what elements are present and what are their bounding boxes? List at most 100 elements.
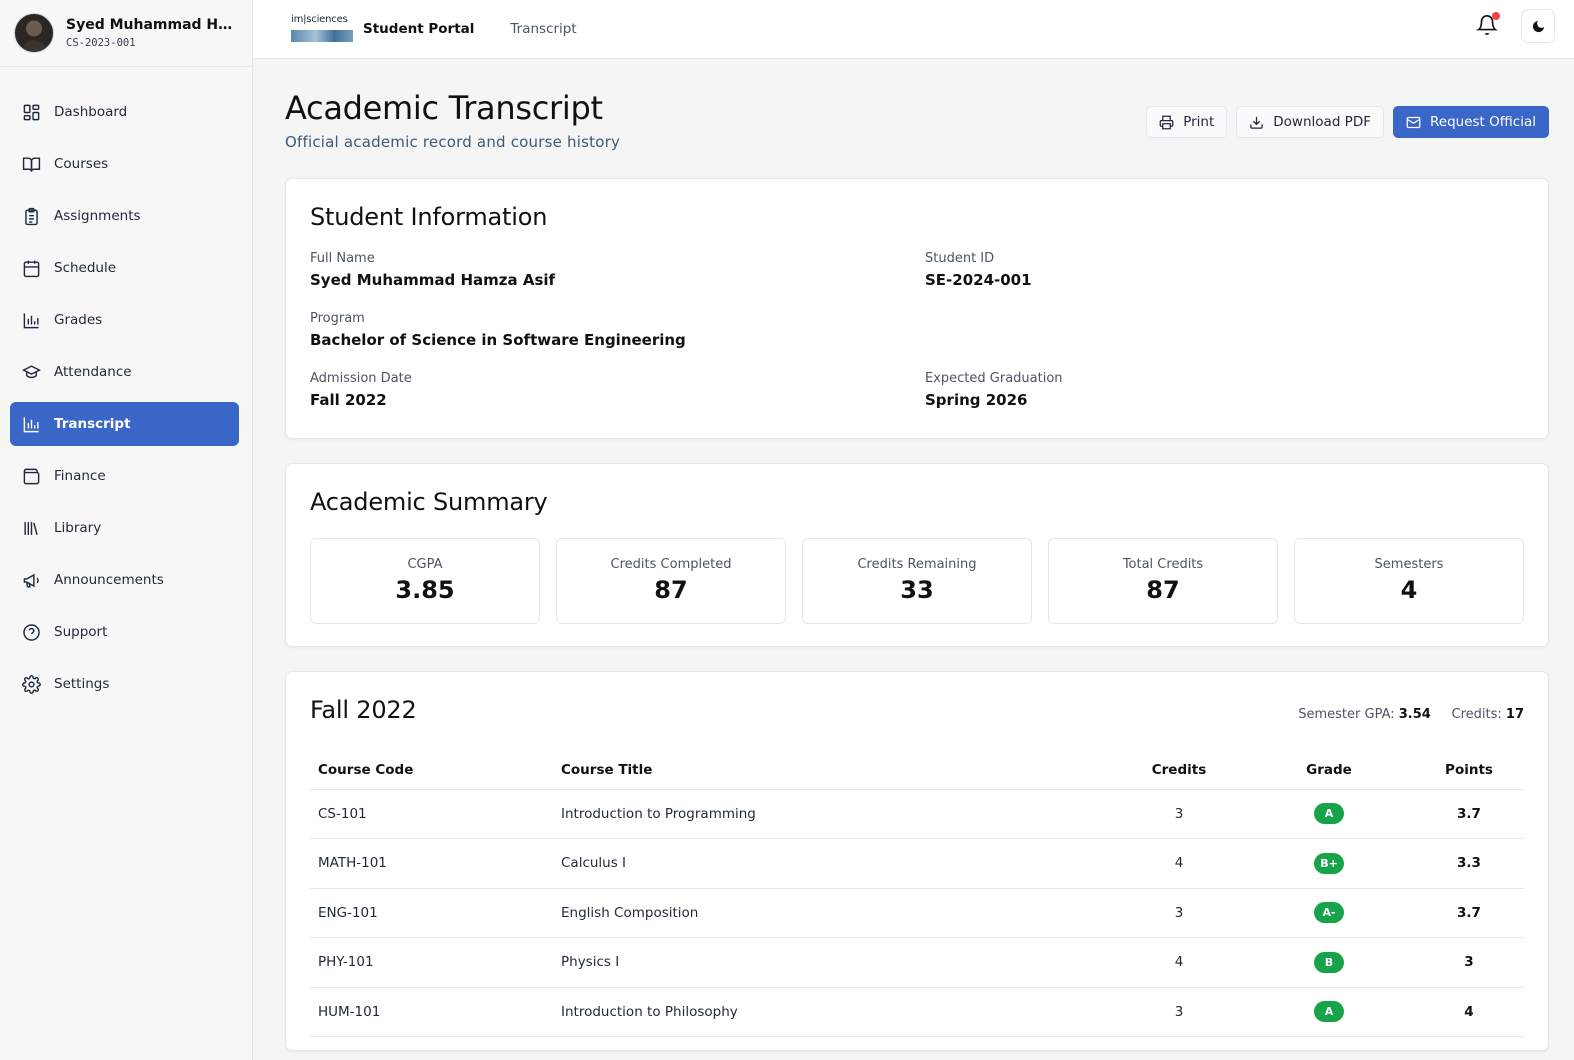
table-header-row: Course Code Course Title Credits Grade P… (310, 752, 1524, 790)
course-title: Calculus I (561, 838, 1114, 889)
semester-credits-label: Credits: (1451, 707, 1502, 722)
mail-icon (1406, 116, 1421, 128)
student-id-field: Student ID SE-2024-001 (925, 251, 1032, 289)
semester-gpa: 3.54 (1398, 707, 1431, 722)
sidebar-item-label: Attendance (54, 364, 132, 380)
book-icon (22, 156, 41, 172)
sidebar-item-label: Finance (54, 468, 106, 484)
courses-table: Course Code Course Title Credits Grade P… (310, 752, 1524, 1037)
help-circle-icon (23, 623, 40, 641)
sidebar-item-courses[interactable]: Courses (10, 142, 239, 186)
course-credits: 4 (1114, 937, 1244, 988)
field-label: Student ID (925, 251, 995, 266)
field-label: Admission Date (310, 371, 412, 386)
sidebar-item-transcript[interactable]: Transcript (10, 402, 239, 446)
grade-cell: B (1244, 937, 1414, 988)
request-official-button[interactable]: Request Official (1392, 106, 1549, 138)
column-header: Course Code (310, 752, 561, 790)
academic-summary-card: Academic Summary CGPA 3.85 Credits Compl… (285, 463, 1549, 647)
sidebar-item-announcements[interactable]: Announcements (10, 558, 239, 602)
column-header: Grade (1244, 752, 1414, 790)
sidebar-item-label: Transcript (54, 416, 131, 432)
breadcrumb[interactable]: Transcript (510, 21, 576, 37)
sidebar-item-attendance[interactable]: Attendance (10, 350, 239, 394)
page-actions: Print Download PDF Request Official (1146, 106, 1549, 138)
notifications-button[interactable] (1476, 12, 1500, 38)
field-value: Bachelor of Science in Software Engineer… (310, 331, 686, 349)
table-row: ENG-101 English Composition 3 A- 3.7 (310, 888, 1524, 938)
sidebar-item-label: Settings (54, 676, 110, 692)
grade-cell: A (1244, 987, 1414, 1037)
stat-total-credits: Total Credits 87 (1048, 538, 1278, 624)
stat-value: 4 (1400, 576, 1418, 604)
grade-badge: B (1314, 951, 1344, 973)
admission-date-field: Admission Date Fall 2022 (310, 371, 412, 409)
logo[interactable]: im|sciences (291, 14, 353, 42)
grade-cell: A- (1244, 888, 1414, 938)
course-points: 3.7 (1414, 888, 1524, 938)
stat-label: CGPA (407, 557, 443, 572)
full-name-field: Full Name Syed Muhammad Hamza Asif (310, 251, 555, 289)
top-bar: im|sciences Student Portal Transcript (253, 0, 1574, 59)
field-value: Syed Muhammad Hamza Asif (310, 271, 556, 289)
course-title: Introduction to Programming (561, 789, 1114, 839)
download-pdf-button[interactable]: Download PDF (1236, 106, 1384, 138)
field-label: Full Name (310, 251, 375, 266)
column-header: Course Title (561, 752, 1114, 790)
download-icon (1250, 116, 1264, 129)
course-title: Physics I (561, 937, 1114, 988)
main-content: Academic Transcript Official academic re… (285, 59, 1549, 1060)
download-label: Download PDF (1273, 114, 1371, 130)
grade-cell: A (1244, 789, 1414, 839)
library-icon (24, 521, 38, 535)
portal-title[interactable]: Student Portal (363, 21, 474, 37)
stat-value: 87 (654, 576, 688, 604)
sidebar-item-dashboard[interactable]: Dashboard (10, 90, 239, 134)
course-code: ENG-101 (310, 888, 561, 938)
sidebar-item-finance[interactable]: Finance (10, 454, 239, 498)
sidebar-item-schedule[interactable]: Schedule (10, 246, 239, 290)
notification-dot (1492, 12, 1500, 20)
sidebar-item-grades[interactable]: Grades (10, 298, 239, 342)
user-profile[interactable]: Syed Muhammad Hamz... CS-2023-001 (0, 0, 252, 67)
field-value: SE-2024-001 (925, 271, 1032, 289)
stat-value: 87 (1146, 576, 1180, 604)
page-subtitle: Official academic record and course hist… (285, 133, 621, 151)
sidebar-item-assignments[interactable]: Assignments (10, 194, 239, 238)
print-button[interactable]: Print (1146, 106, 1228, 138)
semester-meta: Semester GPA: 3.54 Credits: 17 (1298, 707, 1524, 722)
stat-label: Credits Remaining (857, 557, 977, 572)
grade-badge: A (1314, 1001, 1344, 1023)
sidebar-item-settings[interactable]: Settings (10, 662, 239, 706)
semester-gpa-label: Semester GPA: (1298, 707, 1395, 722)
stat-label: Credits Completed (610, 557, 732, 572)
megaphone-icon (23, 573, 39, 588)
stat-credits-remaining: Credits Remaining 33 (802, 538, 1032, 624)
theme-toggle-button[interactable] (1521, 9, 1555, 43)
field-label: Program (310, 311, 365, 326)
stat-label: Total Credits (1122, 557, 1204, 572)
sidebar-item-label: Courses (54, 156, 109, 172)
print-label: Print (1183, 114, 1215, 130)
field-value: Spring 2026 (925, 391, 1028, 409)
column-header: Credits (1114, 752, 1244, 790)
grade-badge: A (1314, 803, 1344, 825)
wallet-icon (23, 468, 40, 484)
clipboard-icon (25, 207, 38, 225)
table-row: MATH-101 Calculus I 4 B+ 3.3 (310, 838, 1524, 889)
logo-graphic (291, 30, 353, 42)
course-credits: 3 (1114, 888, 1244, 938)
profile-text: Syed Muhammad Hamz... CS-2023-001 (66, 17, 236, 49)
sidebar-item-library[interactable]: Library (10, 506, 239, 550)
semester-header: Fall 2022 Semester GPA: 3.54 Credits: 17 (310, 696, 1524, 724)
logo-text: im|sciences (291, 14, 348, 25)
course-code: CS-101 (310, 789, 561, 839)
graduation-cap-icon (22, 364, 41, 378)
course-code: HUM-101 (310, 987, 561, 1037)
card-title: Academic Summary (310, 488, 548, 516)
sidebar-item-support[interactable]: Support (10, 610, 239, 654)
student-information-card: Student Information Full Name Syed Muham… (285, 178, 1549, 439)
moon-icon (1532, 20, 1544, 32)
table-row: HUM-101 Introduction to Philosophy 3 A 4 (310, 987, 1524, 1037)
column-header: Points (1414, 752, 1524, 790)
